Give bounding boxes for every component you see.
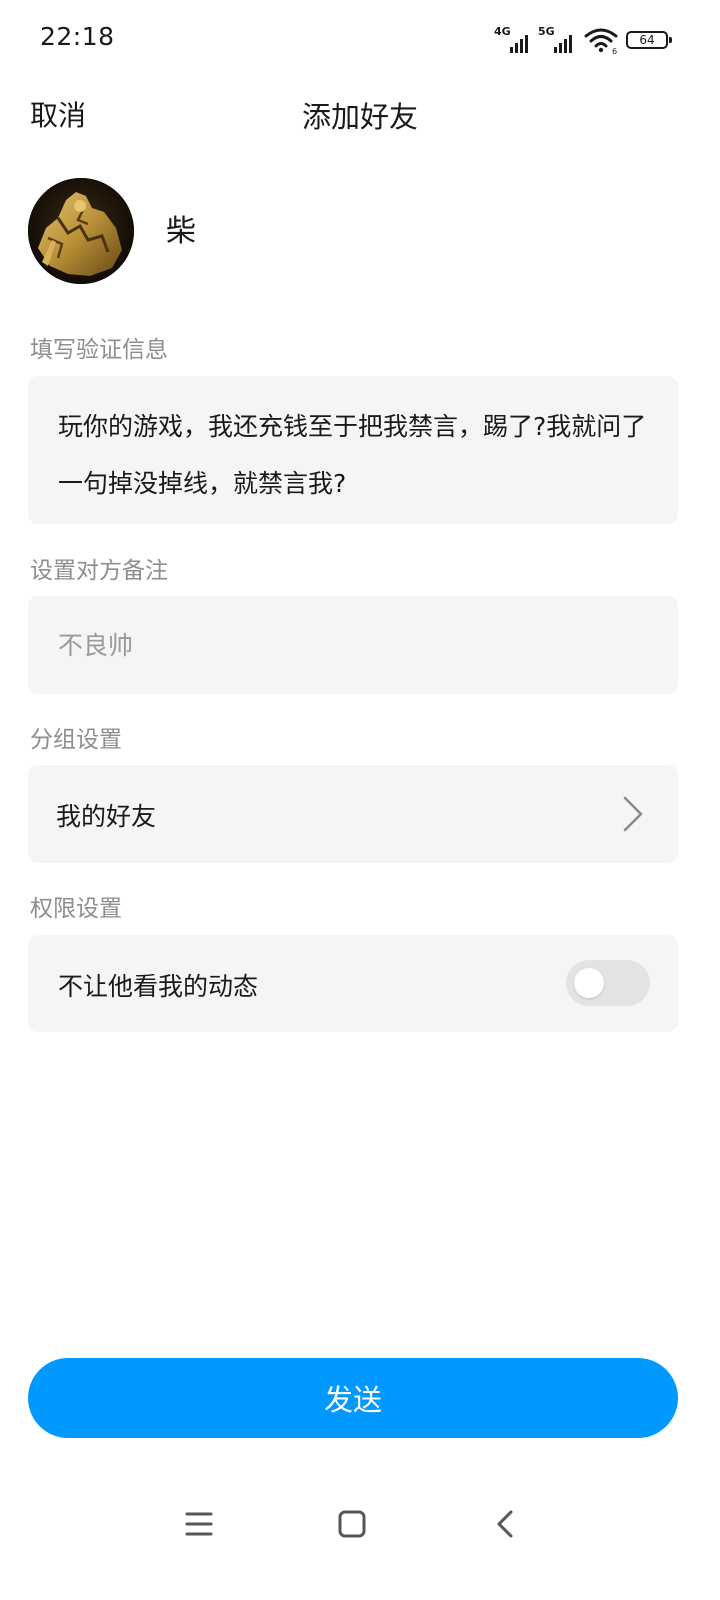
back-icon bbox=[497, 1510, 513, 1538]
status-time: 22:18 bbox=[40, 22, 115, 51]
chevron-right-icon bbox=[623, 796, 643, 832]
menu-icon bbox=[185, 1512, 213, 1536]
home-icon bbox=[338, 1510, 366, 1538]
avatar bbox=[28, 178, 134, 284]
page-title: 添加好友 bbox=[301, 100, 418, 134]
avatar-image bbox=[28, 178, 134, 284]
verify-message-text: 玩你的游戏，我还充钱至于把我禁言，踢了?我就问了一句掉没掉线，就禁言我? bbox=[58, 412, 647, 498]
send-button[interactable]: 发送 bbox=[28, 1358, 678, 1438]
group-section-label: 分组设置 bbox=[30, 727, 122, 753]
status-bar: 22:18 4G 5G 6 64 bbox=[0, 0, 720, 80]
svg-text:6: 6 bbox=[612, 47, 617, 55]
remark-card bbox=[28, 596, 678, 694]
signal-5g-icon: 5G bbox=[538, 25, 582, 55]
system-nav-bar bbox=[0, 1480, 720, 1570]
permission-section-label: 权限设置 bbox=[30, 896, 122, 922]
hide-moments-toggle[interactable] bbox=[566, 960, 650, 1006]
battery-icon: 64 bbox=[626, 31, 672, 49]
remark-section-label: 设置对方备注 bbox=[30, 558, 168, 584]
home-button[interactable] bbox=[332, 1504, 372, 1544]
toggle-knob bbox=[574, 968, 604, 998]
hide-moments-label: 不让他看我的动态 bbox=[58, 972, 259, 1001]
battery-level: 64 bbox=[639, 33, 655, 47]
status-icons: 4G 5G 6 64 bbox=[494, 24, 672, 56]
verify-section-label: 填写验证信息 bbox=[30, 337, 168, 363]
permission-row: 不让他看我的动态 bbox=[28, 935, 678, 1032]
menu-button[interactable] bbox=[179, 1504, 219, 1544]
remark-input[interactable] bbox=[58, 596, 648, 694]
group-value: 我的好友 bbox=[56, 802, 157, 831]
verify-message-field[interactable]: 玩你的游戏，我还充钱至于把我禁言，踢了?我就问了一句掉没掉线，就禁言我? bbox=[28, 376, 678, 524]
signal-4g-icon: 4G bbox=[494, 25, 538, 55]
back-button[interactable] bbox=[486, 1504, 526, 1544]
group-selector[interactable]: 我的好友 bbox=[28, 765, 678, 863]
nickname: 柴 bbox=[166, 214, 196, 249]
wifi-icon: 6 bbox=[584, 28, 618, 55]
